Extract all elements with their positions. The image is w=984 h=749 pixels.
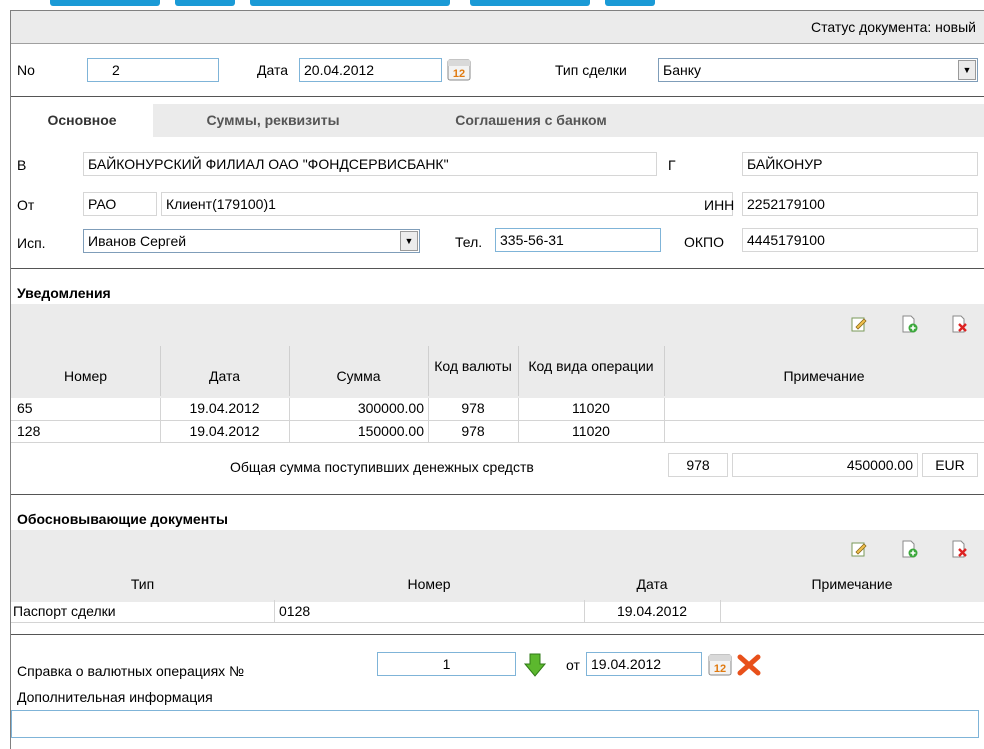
col-amount: Сумма [336, 368, 381, 384]
edit-icon[interactable] [850, 315, 868, 333]
phone-label: Тел. [455, 234, 483, 250]
tab-main[interactable]: Основное [11, 104, 153, 137]
row-date: 19.04.2012 [189, 423, 260, 439]
table-row[interactable]: 65 19.04.2012 300000.00 978 11020 [11, 398, 984, 420]
row-amount: 300000.00 [357, 400, 424, 416]
row-date: 19.04.2012 [189, 400, 260, 416]
notifications-toolbar [11, 304, 984, 342]
org-form-field: РАО [83, 192, 157, 216]
executor-label: Исп. [17, 235, 46, 251]
notifications-title: Уведомления [17, 285, 111, 301]
tabs-bar: Основное Суммы, реквизиты Соглашения с б… [11, 104, 984, 137]
arrow-down-icon[interactable] [523, 652, 547, 678]
certificate-label: Справка о валютных операциях № [17, 663, 245, 679]
documents-title: Обосновывающие документы [17, 511, 228, 527]
city-field: БАЙКОНУР [742, 152, 978, 176]
col-number: Номер [63, 368, 108, 384]
document-number-input[interactable]: 2 [87, 58, 219, 82]
add-icon[interactable] [900, 315, 918, 333]
svg-text:12: 12 [714, 663, 726, 675]
divider [11, 634, 984, 635]
client-field: Клиент(179100)1 [161, 192, 733, 216]
row-doc-type: Паспорт сделки [13, 603, 116, 619]
bank-branch-field: БАЙКОНУРСКИЙ ФИЛИАЛ ОАО "ФОНДСЕРВИСБАНК" [83, 152, 657, 176]
tab-bank-agreements[interactable]: Соглашения с банком [401, 104, 661, 137]
total-amount: 450000.00 [732, 453, 918, 477]
date-label: Дата [257, 62, 289, 78]
row-doc-number: 0128 [279, 603, 311, 619]
additional-info-label: Дополнительная информация [17, 689, 213, 705]
divider [11, 494, 984, 495]
delete-icon[interactable] [950, 540, 968, 558]
col-note: Примечание [783, 368, 865, 384]
city-label: Г [668, 157, 676, 173]
col-date: Дата [208, 368, 240, 384]
col-currency-code: Код валюты [434, 358, 512, 374]
total-currency-code: 978 [668, 453, 728, 477]
okpo-field: 4445179100 [742, 228, 978, 252]
table-row[interactable]: 128 19.04.2012 150000.00 978 11020 [11, 420, 984, 442]
deal-type-select[interactable]: Банку ▼ [658, 58, 978, 82]
col-type: Тип [130, 576, 155, 592]
tab-amounts-details[interactable]: Суммы, реквизиты [168, 104, 378, 137]
documents-toolbar [11, 530, 984, 568]
status-bar: Статус документа: новый [11, 11, 984, 44]
clear-date-icon[interactable] [736, 653, 762, 677]
certificate-number-input[interactable]: 1 [377, 652, 516, 676]
document-date-input[interactable]: 20.04.2012 [299, 58, 442, 82]
executor-value: Иванов Сергей [88, 233, 187, 249]
inn-field: 2252179100 [742, 192, 978, 216]
total-currency: EUR [922, 453, 978, 477]
okpo-label: ОКПО [684, 234, 724, 250]
delete-icon[interactable] [950, 315, 968, 333]
row-currency: 978 [461, 400, 485, 416]
calendar-icon[interactable]: 12 [446, 56, 472, 82]
number-label: No [17, 62, 35, 78]
add-icon[interactable] [900, 540, 918, 558]
phone-input[interactable]: 335-56-31 [495, 228, 661, 252]
row-amount: 150000.00 [357, 423, 424, 439]
chevron-down-icon[interactable]: ▼ [400, 231, 418, 251]
chevron-down-icon[interactable]: ▼ [958, 60, 976, 80]
deal-type-label: Тип сделки [555, 62, 627, 78]
top-title-strip [0, 0, 984, 10]
col-operation-code: Код вида операции [528, 358, 654, 374]
col-doc-date: Дата [636, 576, 668, 592]
col-doc-number: Номер [407, 576, 451, 592]
divider [11, 96, 984, 97]
row-number: 65 [17, 400, 33, 416]
row-currency: 978 [461, 423, 485, 439]
svg-text:12: 12 [453, 68, 465, 80]
table-row[interactable]: Паспорт сделки 0128 19.04.2012 [11, 600, 984, 624]
col-doc-note: Примечание [811, 576, 893, 592]
row-op-code: 11020 [572, 423, 610, 439]
calendar-icon[interactable]: 12 [707, 651, 733, 677]
executor-select[interactable]: Иванов Сергей ▼ [83, 229, 420, 253]
deal-type-value: Банку [663, 62, 701, 78]
to-label: В [17, 157, 27, 173]
document-status: Статус документа: новый [810, 19, 976, 35]
from-date-label: от [566, 657, 580, 673]
edit-icon[interactable] [850, 540, 868, 558]
row-op-code: 11020 [572, 400, 610, 416]
from-label: От [17, 197, 35, 213]
certificate-date-input[interactable]: 19.04.2012 [586, 652, 702, 676]
row-number: 128 [17, 423, 41, 439]
divider [11, 268, 984, 269]
inn-label: ИНН [704, 197, 735, 213]
additional-info-input[interactable] [11, 710, 979, 738]
total-label: Общая сумма поступивших денежных средств [230, 459, 534, 475]
row-doc-date: 19.04.2012 [616, 603, 688, 619]
